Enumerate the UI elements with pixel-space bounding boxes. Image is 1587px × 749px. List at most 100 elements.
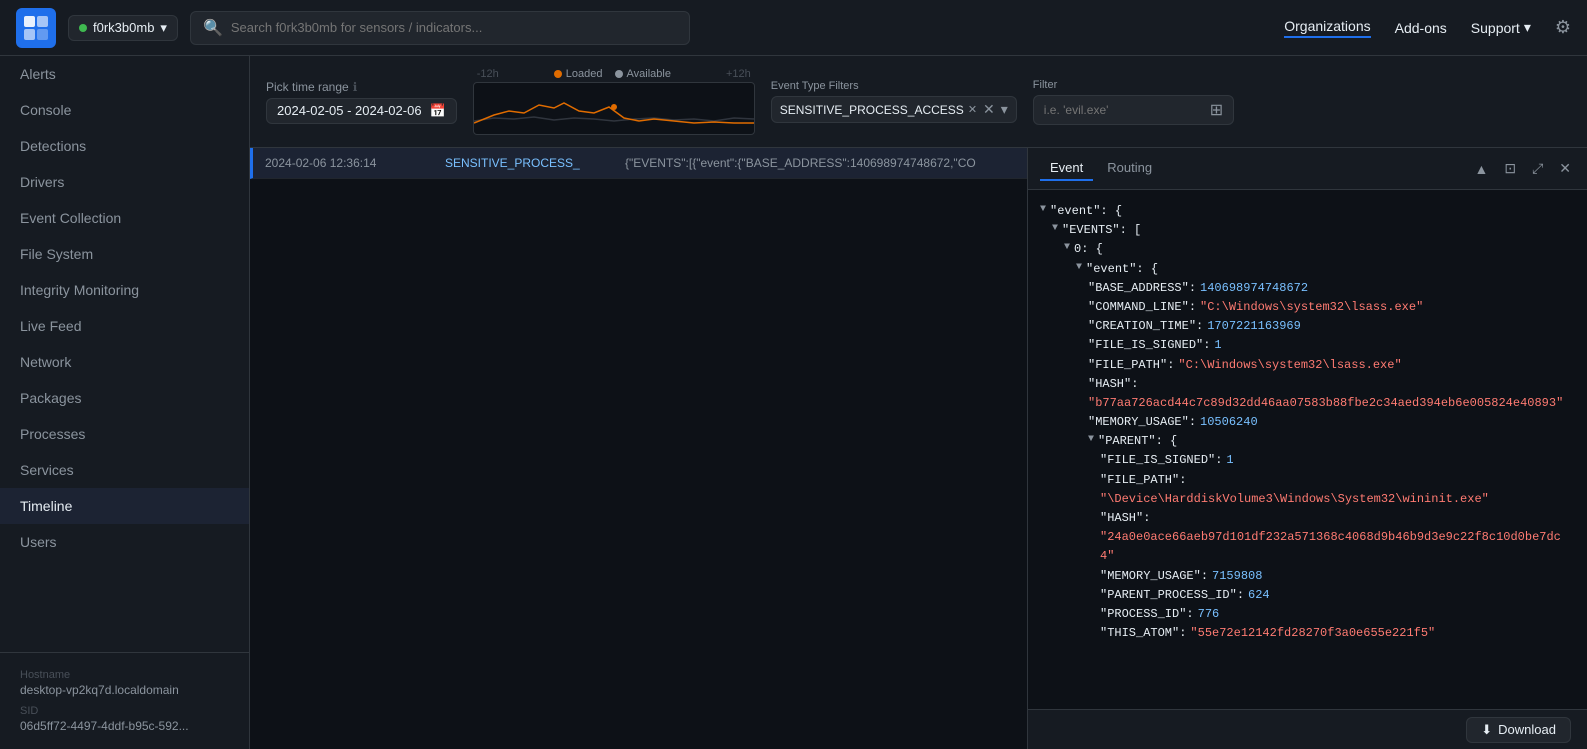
sidebar-label-drivers: Drivers — [20, 174, 64, 190]
download-label: Download — [1498, 722, 1556, 737]
json-this-atom: "THIS_ATOM": "55e72e12142fd28270f3a0e655… — [1040, 624, 1575, 643]
detail-header: Event Routing ▲ ⊡ ⤢ ✕ — [1028, 148, 1587, 190]
detail-actions: ▲ ⊡ ⤢ ✕ — [1470, 158, 1575, 179]
search-bar[interactable]: 🔍 — [190, 11, 690, 45]
sidebar-item-integrity-monitoring[interactable]: Integrity Monitoring — [0, 272, 249, 308]
json-base-address: "BASE_ADDRESS": 140698974748672 — [1040, 279, 1575, 298]
tab-routing[interactable]: Routing — [1097, 156, 1162, 181]
sidebar-item-event-collection[interactable]: Event Collection — [0, 200, 249, 236]
sidebar-item-services[interactable]: Services — [0, 452, 249, 488]
collapse-event-obj[interactable]: ▼ — [1076, 260, 1082, 276]
main-layout: Alerts Console Detections Drivers Event … — [0, 56, 1587, 749]
search-input[interactable] — [231, 20, 677, 35]
sidebar-label-event-collection: Event Collection — [20, 210, 121, 226]
filter-label: Filter — [1033, 79, 1234, 91]
json-parent-process-id: "PARENT_PROCESS_ID": 624 — [1040, 586, 1575, 605]
sidebar-item-drivers[interactable]: Drivers — [0, 164, 249, 200]
collapse-events[interactable]: ▼ — [1052, 221, 1058, 237]
json-parent-file-path: "FILE_PATH": — [1040, 471, 1575, 490]
chart-label-left: -12h — [477, 68, 499, 80]
new-tab-button[interactable]: ⤢ — [1528, 158, 1547, 179]
download-icon: ⬇ — [1481, 722, 1492, 738]
nav-link-organizations[interactable]: Organizations — [1284, 18, 1370, 38]
sidebar: Alerts Console Detections Drivers Event … — [0, 56, 250, 749]
info-icon: ℹ — [353, 80, 358, 94]
row-time: 2024-02-06 12:36:14 — [265, 156, 445, 170]
event-filter-label: Event Type Filters — [771, 80, 1017, 92]
sidebar-item-users[interactable]: Users — [0, 524, 249, 560]
top-navigation: f0rk3b0mb ▾ 🔍 Organizations Add-ons Supp… — [0, 0, 1587, 56]
sidebar-item-alerts[interactable]: Alerts — [0, 56, 249, 92]
filter-bar: Pick time range ℹ 2024-02-05 - 2024-02-0… — [250, 56, 1587, 148]
json-memory-usage: "MEMORY_USAGE": 10506240 — [1040, 413, 1575, 432]
settings-button[interactable]: ⚙ — [1555, 17, 1571, 38]
chevron-down-icon-support: ▾ — [1524, 19, 1531, 36]
sidebar-label-users: Users — [20, 534, 57, 550]
sidebar-label-alerts: Alerts — [20, 66, 56, 82]
search-icon: 🔍 — [203, 18, 223, 38]
support-label: Support — [1471, 20, 1520, 36]
chevron-down-icon: ▾ — [160, 20, 167, 36]
content-area: Pick time range ℹ 2024-02-05 - 2024-02-0… — [250, 56, 1587, 749]
org-selector[interactable]: f0rk3b0mb ▾ — [68, 15, 178, 41]
time-range-value: 2024-02-05 - 2024-02-06 — [277, 103, 422, 118]
sidebar-item-packages[interactable]: Packages — [0, 380, 249, 416]
json-process-id: "PROCESS_ID": 776 — [1040, 605, 1575, 624]
sid-label: SID — [20, 705, 229, 717]
sidebar-footer: Hostname desktop-vp2kq7d.localdomain SID… — [0, 652, 249, 749]
time-range-input[interactable]: 2024-02-05 - 2024-02-06 📅 — [266, 98, 457, 124]
json-hash-val: "b77aa726acd44c7c89d32dd46aa07583b88fbe2… — [1040, 394, 1575, 413]
loaded-dot — [554, 70, 562, 78]
filter-input[interactable] — [1044, 103, 1204, 117]
legend-dots: Loaded Available — [554, 68, 671, 80]
row-data: {"EVENTS":[{"event":{"BASE_ADDRESS":1406… — [625, 156, 1015, 170]
sidebar-item-detections[interactable]: Detections — [0, 128, 249, 164]
json-file-is-signed: "FILE_IS_SIGNED": 1 — [1040, 336, 1575, 355]
json-creation-time: "CREATION_TIME": 1707221163969 — [1040, 317, 1575, 336]
sidebar-item-console[interactable]: Console — [0, 92, 249, 128]
nav-link-support[interactable]: Support ▾ — [1471, 19, 1531, 36]
logo[interactable] — [16, 8, 56, 48]
sidebar-label-file-system: File System — [20, 246, 93, 262]
sidebar-label-integrity-monitoring: Integrity Monitoring — [20, 282, 139, 298]
timeline-chart[interactable] — [473, 82, 755, 135]
org-status-dot — [79, 24, 87, 32]
download-button[interactable]: ⬇ Download — [1466, 717, 1571, 743]
scroll-top-button[interactable]: ▲ — [1470, 159, 1492, 179]
tag-remove-button[interactable]: ✕ — [968, 103, 977, 116]
sidebar-item-file-system[interactable]: File System — [0, 236, 249, 272]
json-command-line: "COMMAND_LINE": "C:\Windows\system32\lsa… — [1040, 298, 1575, 317]
json-line-event-obj: ▼ "event": { — [1040, 260, 1575, 279]
filter-expand-button[interactable]: ▾ — [1001, 101, 1008, 118]
timeline-chart-section: -12h Loaded Available +12h — [473, 68, 755, 135]
sidebar-label-services: Services — [20, 462, 74, 478]
sidebar-item-live-feed[interactable]: Live Feed — [0, 308, 249, 344]
available-dot — [615, 70, 623, 78]
filter-clear-button[interactable]: ✕ — [983, 101, 995, 118]
collapse-parent[interactable]: ▼ — [1088, 432, 1094, 448]
sidebar-item-processes[interactable]: Processes — [0, 416, 249, 452]
detail-content: ▼ "event": { ▼ "EVENTS": [ ▼ 0: { ▼ "eve… — [1028, 190, 1587, 709]
tab-event[interactable]: Event — [1040, 156, 1093, 181]
chart-label-right: +12h — [726, 68, 751, 80]
close-button[interactable]: ✕ — [1555, 158, 1575, 179]
expand-button[interactable]: ⊡ — [1500, 158, 1520, 179]
sidebar-label-network: Network — [20, 354, 71, 370]
hostname-label: Hostname — [20, 669, 229, 681]
nav-link-addons[interactable]: Add-ons — [1395, 20, 1447, 36]
collapse-0[interactable]: ▼ — [1064, 240, 1070, 256]
table-row[interactable]: 2024-02-06 12:36:14 SENSITIVE_PROCESS_ {… — [250, 148, 1027, 179]
json-file-path: "FILE_PATH": "C:\Windows\system32\lsass.… — [1040, 356, 1575, 375]
json-parent-file-is-signed: "FILE_IS_SIGNED": 1 — [1040, 451, 1575, 470]
sidebar-item-network[interactable]: Network — [0, 344, 249, 380]
sidebar-label-packages: Packages — [20, 390, 81, 406]
filter-action-icon[interactable]: ⊞ — [1210, 100, 1223, 120]
filter-input-wrap: ⊞ — [1033, 95, 1234, 125]
json-line-event: ▼ "event": { — [1040, 202, 1575, 221]
collapse-event[interactable]: ▼ — [1040, 202, 1046, 218]
sidebar-label-detections: Detections — [20, 138, 86, 154]
nav-right: Organizations Add-ons Support ▾ ⚙ — [1284, 17, 1571, 38]
detail-pane: Event Routing ▲ ⊡ ⤢ ✕ ▼ "event": { — [1027, 148, 1587, 749]
sidebar-item-timeline[interactable]: Timeline — [0, 488, 249, 524]
json-line-events: ▼ "EVENTS": [ — [1040, 221, 1575, 240]
